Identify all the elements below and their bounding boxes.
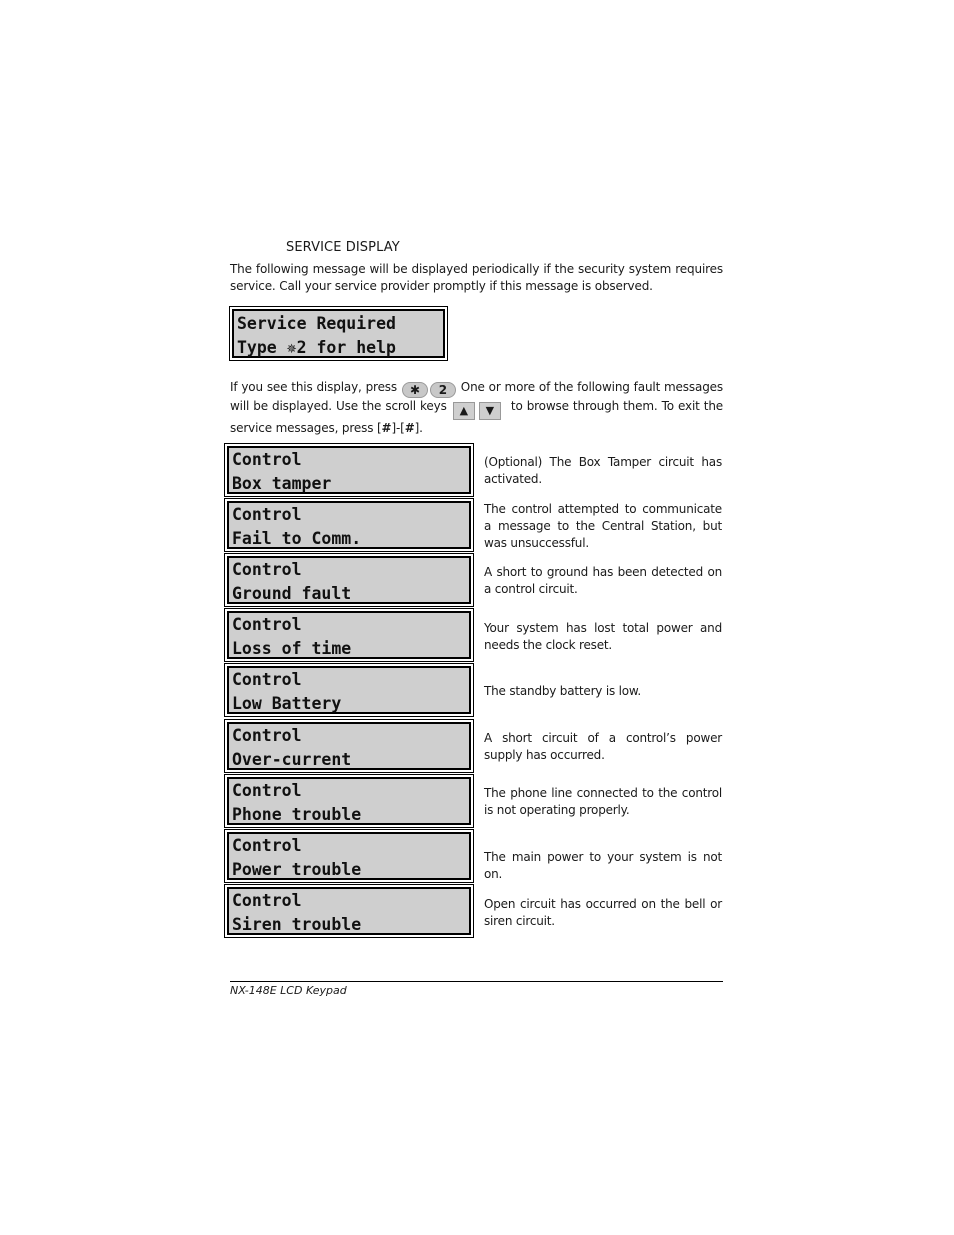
fault-display-over-current: Control Over-current [224,719,474,773]
fault-description: The main power to your system is not on. [484,850,722,881]
lcd-line-1: Control [232,615,302,634]
lcd-screen: Control Siren trouble [227,887,471,935]
fault-description: (Optional) The Box Tamper circuit has ac… [484,455,722,486]
lcd-screen: Control Box tamper [227,446,471,494]
lcd-line-1: Service Required [237,314,396,333]
footer-text: NX-148E LCD Keypad [230,984,347,997]
intro-paragraph: The following message will be displayed … [230,262,723,293]
lcd-screen: Control Fail to Comm. [227,501,471,549]
fault-display-ground-fault: Control Ground fault [224,553,474,607]
lcd-line-2: Over-current [232,750,352,769]
lcd-line-1: Control [232,505,302,524]
lcd-line-1: Control [232,781,302,800]
lcd-line-2: Power trouble [232,860,362,879]
lcd-line-2: Box tamper [232,474,332,493]
fault-description: The control attempted to communicate a m… [484,502,722,550]
lcd-screen: Service Required Type ✵2 for help [232,309,445,358]
fault-description: The phone line connected to the control … [484,786,722,817]
fault-display-fail-to-comm: Control Fail to Comm. [224,498,474,552]
lcd-screen: Control Ground fault [227,556,471,604]
lcd-line-2: Phone trouble [232,805,362,824]
hash-key-1: # [381,421,392,435]
lcd-screen: Control Over-current [227,722,471,770]
fault-display-loss-of-time: Control Loss of time [224,608,474,662]
fault-description: A short circuit of a control’s power sup… [484,731,722,762]
fault-display-low-battery: Control Low Battery [224,663,474,717]
lcd-line-2: Siren trouble [232,915,362,934]
instructions-text-1: If you see this display, press [230,380,398,394]
fault-display-box-tamper: Control Box tamper [224,443,474,497]
section-title: SERVICE DISPLAY [286,240,400,255]
instructions-paragraph: If you see this display, press ✱ 2 One or… [230,379,723,437]
scroll-down-key-icon: ▼ [478,402,501,420]
hash-key-2: # [404,421,415,435]
lcd-line-2: Loss of time [232,639,352,658]
fault-description: A short to ground has been detected on a… [484,565,722,596]
fault-description: Open circuit has occurred on the bell or… [484,897,722,928]
lcd-line-2: Ground fault [232,584,352,603]
service-required-display: Service Required Type ✵2 for help [229,306,448,361]
lcd-line-1: Control [232,726,302,745]
lcd-screen: Control Low Battery [227,666,471,714]
lcd-line-2: Type ✵2 for help [237,338,396,357]
lcd-screen: Control Loss of time [227,611,471,659]
lcd-line-1: Control [232,670,302,689]
lcd-line-1: Control [232,836,302,855]
instructions-text-4: ]-[ [391,421,405,435]
manual-page: SERVICE DISPLAY The following message wi… [0,0,954,1235]
star-key-icon: ✱ [401,382,428,398]
lcd-screen: Control Power trouble [227,832,471,880]
instructions-text-5: ]. [414,421,423,435]
lcd-line-1: Control [232,891,302,910]
lcd-line-2: Fail to Comm. [232,529,362,548]
fault-display-siren-trouble: Control Siren trouble [224,884,474,938]
lcd-screen: Control Phone trouble [227,777,471,825]
scroll-up-key-icon: ▲ [452,402,475,420]
fault-display-phone-trouble: Control Phone trouble [224,774,474,828]
lcd-line-1: Control [232,560,302,579]
fault-display-power-trouble: Control Power trouble [224,829,474,883]
lcd-line-2: Low Battery [232,694,342,713]
fault-description: The standby battery is low. [484,684,642,698]
two-key-icon: 2 [429,382,456,398]
lcd-line-1: Control [232,450,302,469]
footer-divider [230,981,723,982]
fault-description: Your system has lost total power and nee… [484,621,722,652]
